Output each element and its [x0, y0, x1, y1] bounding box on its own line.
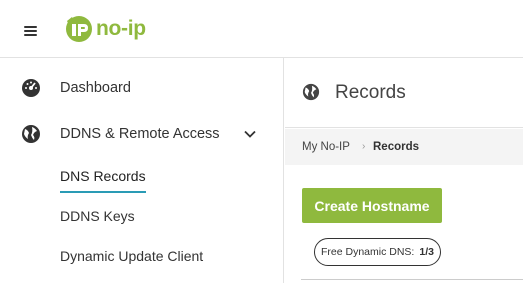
sidebar: Dashboard DDNS & Remote Access DNS Recor…	[0, 58, 284, 283]
hamburger-menu-icon[interactable]	[24, 26, 37, 36]
noip-logo[interactable]: no-ip	[64, 14, 146, 44]
quota-count: 1/3	[419, 246, 434, 258]
page-title: Records	[335, 82, 406, 103]
sidebar-item-label: Dashboard	[60, 80, 131, 96]
chevron-down-icon[interactable]	[243, 127, 257, 141]
globe-icon	[302, 83, 320, 101]
sidebar-subitem-dns-records[interactable]: DNS Records	[60, 168, 146, 184]
noip-logo-mark-icon	[66, 16, 92, 42]
sidebar-item-dashboard[interactable]: Dashboard	[0, 68, 284, 108]
breadcrumb-current: Records	[373, 141, 420, 153]
create-hostname-button[interactable]: Create Hostname	[302, 188, 442, 223]
globe-icon	[22, 125, 40, 143]
top-bar: no-ip	[0, 0, 523, 58]
quota-label: Free Dynamic DNS:	[321, 246, 415, 258]
dashboard-gauge-icon	[22, 79, 40, 97]
sidebar-item-ddns-remote-access[interactable]: DDNS & Remote Access	[0, 114, 284, 154]
breadcrumb-separator-icon: ›	[362, 141, 366, 152]
page-header: Records	[285, 58, 523, 128]
sidebar-item-label: DDNS & Remote Access	[60, 126, 220, 142]
logo-wordmark: no-ip	[96, 17, 146, 40]
breadcrumb: My No-IP › Records	[285, 129, 523, 165]
main-content: Records My No-IP › Records Create Hostna…	[285, 58, 523, 283]
breadcrumb-home-link[interactable]: My No-IP	[302, 141, 350, 153]
quota-badge: Free Dynamic DNS: 1/3	[314, 238, 441, 266]
divider	[301, 279, 523, 280]
sidebar-subitem-ddns-keys[interactable]: DDNS Keys	[60, 208, 135, 224]
active-indicator	[60, 191, 146, 193]
sidebar-subitem-dynamic-update-client[interactable]: Dynamic Update Client	[60, 248, 203, 264]
